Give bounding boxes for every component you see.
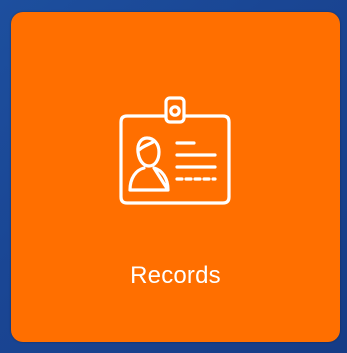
- records-tile[interactable]: Records: [11, 12, 340, 342]
- id-badge-icon: [119, 96, 231, 205]
- tile-label: Records: [130, 262, 221, 289]
